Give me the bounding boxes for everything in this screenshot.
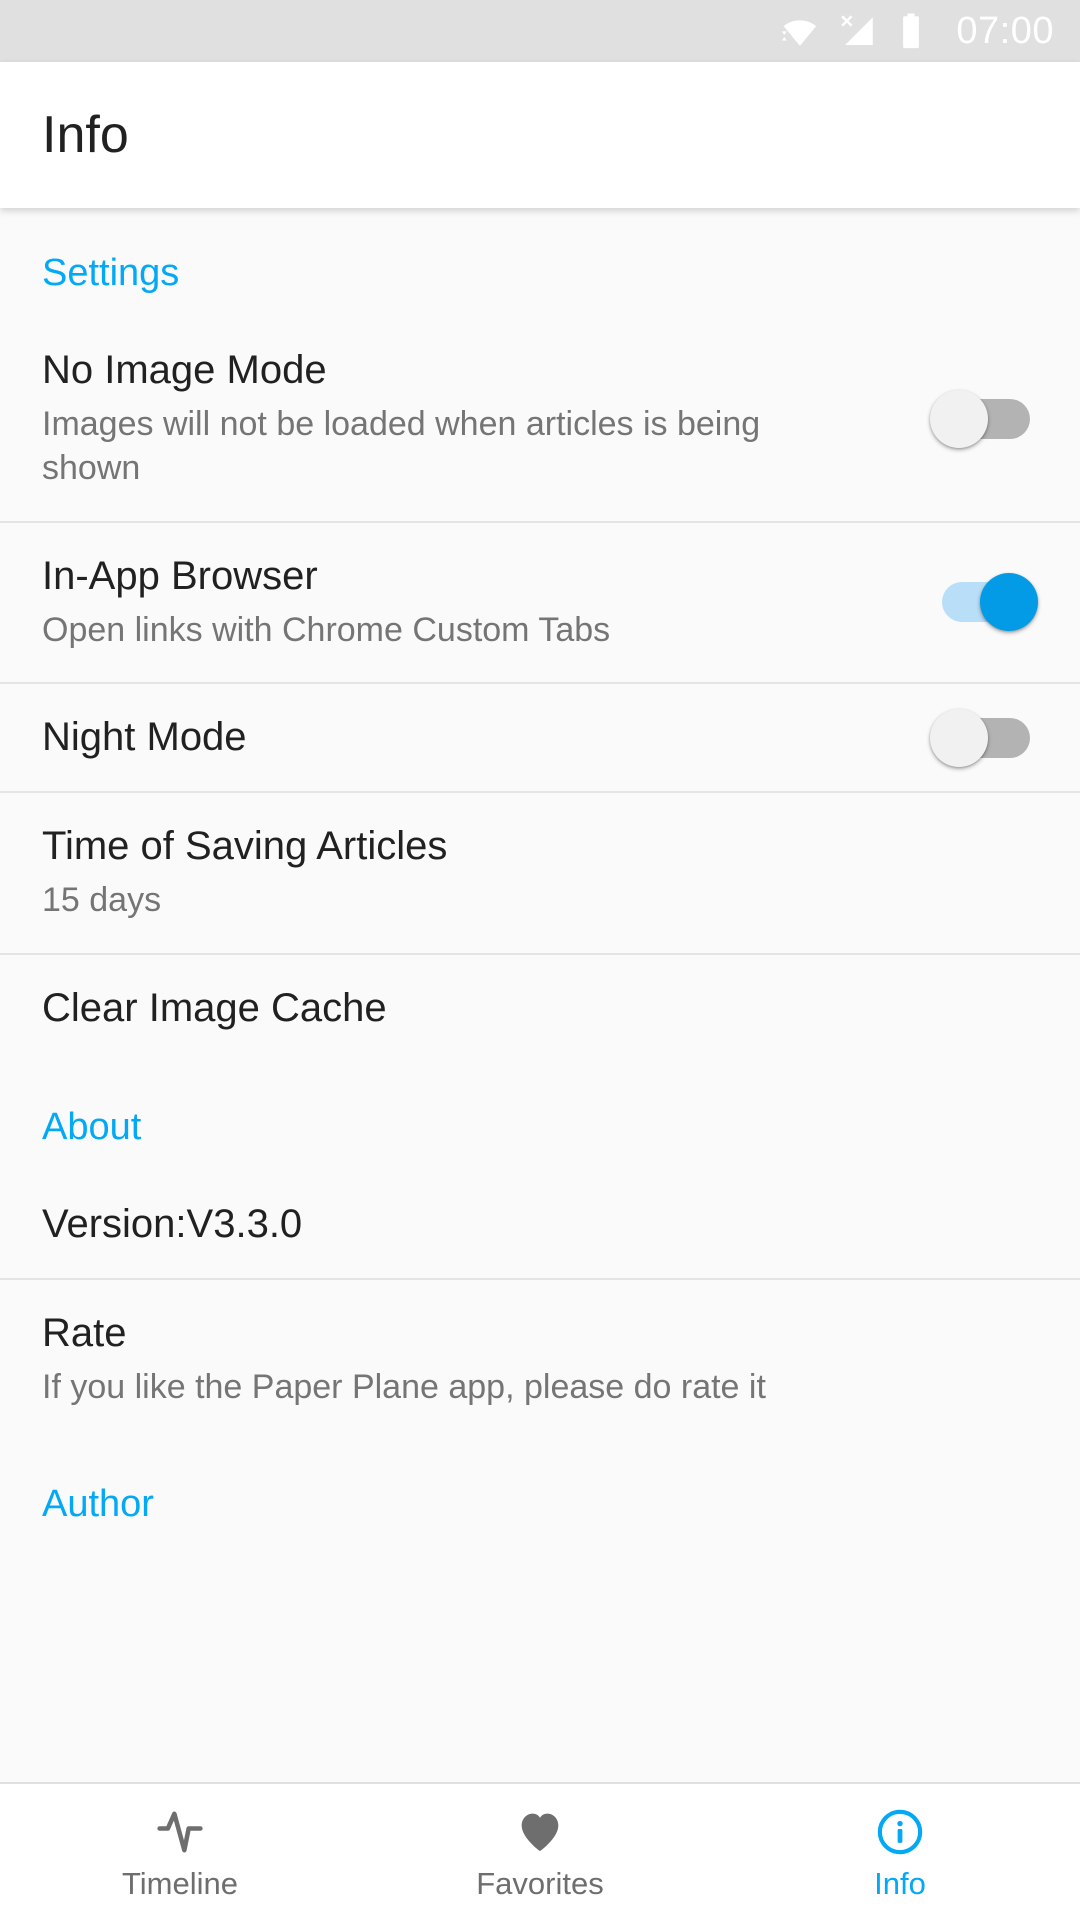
activity-pulse-icon xyxy=(154,1806,206,1858)
about-row-rate[interactable]: Rate If you like the Paper Plane app, pl… xyxy=(0,1277,1080,1439)
setting-text-clear-image-cache: Clear Image Cache xyxy=(42,955,872,1062)
setting-title-no-image-mode: No Image Mode xyxy=(42,348,327,392)
setting-row-in-app-browser[interactable]: In-App Browser Open links with Chrome Cu… xyxy=(0,520,1080,682)
nav-label-favorites: Favorites xyxy=(476,1865,604,1901)
about-title-rate: Rate xyxy=(42,1310,127,1355)
setting-title-in-app-browser: In-App Browser xyxy=(42,553,318,598)
switch-thumb xyxy=(980,573,1038,632)
switch-no-image-mode[interactable] xyxy=(930,389,1038,448)
setting-text-no-image-mode: No Image Mode Images will not be loaded … xyxy=(42,317,872,521)
setting-text-time-of-saving-articles: Time of Saving Articles 15 days xyxy=(42,793,872,952)
switch-night-mode[interactable] xyxy=(930,708,1038,767)
about-row-version[interactable]: Version:V3.3.0 xyxy=(0,1171,1080,1278)
section-title-settings: Settings xyxy=(42,252,180,294)
bottom-navigation-bar: Timeline Favorites Info xyxy=(0,1782,1080,1920)
section-header-about: About xyxy=(0,1062,1080,1171)
about-text-version: Version:V3.3.0 xyxy=(42,1171,872,1278)
nav-label-timeline: Timeline xyxy=(122,1865,238,1901)
settings-scroll-area[interactable]: Settings No Image Mode Images will not b… xyxy=(0,208,1080,1782)
wifi-icon xyxy=(778,10,820,52)
section-title-author: Author xyxy=(42,1483,154,1526)
info-circle-icon xyxy=(874,1806,926,1858)
setting-row-clear-image-cache[interactable]: Clear Image Cache xyxy=(0,952,1080,1062)
status-bar: 07:00 xyxy=(0,0,1080,62)
nav-item-favorites[interactable]: Favorites xyxy=(360,1784,720,1920)
setting-text-night-mode: Night Mode xyxy=(42,684,872,791)
status-time: 07:00 xyxy=(956,10,1054,52)
setting-title-clear-image-cache: Clear Image Cache xyxy=(42,985,387,1030)
switch-in-app-browser[interactable] xyxy=(934,573,1038,632)
setting-row-time-of-saving-articles[interactable]: Time of Saving Articles 15 days xyxy=(0,791,1080,952)
switch-thumb xyxy=(930,708,988,767)
battery-icon xyxy=(894,10,928,52)
nav-item-info[interactable]: Info xyxy=(720,1784,1080,1920)
setting-title-time-of-saving-articles: Time of Saving Articles xyxy=(42,824,448,869)
section-header-settings: Settings xyxy=(0,208,1080,317)
about-subtitle-rate: If you like the Paper Plane app, please … xyxy=(42,1368,766,1407)
setting-subtitle-in-app-browser: Open links with Chrome Custom Tabs xyxy=(42,610,611,649)
switch-thumb xyxy=(930,389,988,448)
nav-label-info: Info xyxy=(874,1865,926,1901)
setting-subtitle-time-of-saving-articles: 15 days xyxy=(42,881,162,920)
setting-row-night-mode[interactable]: Night Mode xyxy=(0,681,1080,791)
setting-title-night-mode: Night Mode xyxy=(42,714,247,759)
setting-text-in-app-browser: In-App Browser Open links with Chrome Cu… xyxy=(42,523,872,682)
section-title-about: About xyxy=(42,1105,142,1148)
nav-item-timeline[interactable]: Timeline xyxy=(0,1784,360,1920)
app-screen: 07:00 Info Settings No Image Mode Images… xyxy=(0,0,1080,1920)
status-icons: 07:00 xyxy=(778,10,1054,52)
page-title: Info xyxy=(42,106,129,164)
about-title-version: Version:V3.3.0 xyxy=(42,1201,303,1246)
setting-subtitle-no-image-mode: Images will not be loaded when articles … xyxy=(42,405,761,488)
section-header-author: Author xyxy=(0,1439,1080,1548)
cellular-no-signal-icon xyxy=(836,10,878,52)
heart-icon xyxy=(514,1806,566,1858)
about-text-rate: Rate If you like the Paper Plane app, pl… xyxy=(42,1280,872,1439)
app-bar: Info xyxy=(0,62,1080,208)
setting-row-no-image-mode[interactable]: No Image Mode Images will not be loaded … xyxy=(0,317,1080,521)
